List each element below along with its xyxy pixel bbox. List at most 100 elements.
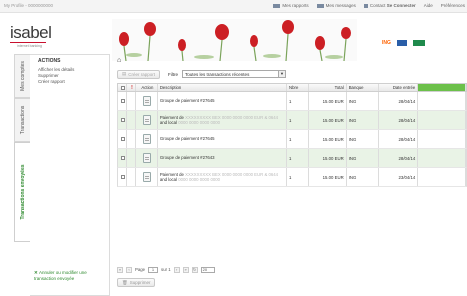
date-cell: 28/04/14 (379, 149, 419, 167)
create-report-button[interactable]: ▤ Créer rapport (117, 69, 161, 79)
column-date[interactable]: Date entrée (379, 84, 419, 91)
bank-cell: ING (347, 130, 379, 148)
row-checkbox[interactable] (118, 149, 127, 167)
row-checkbox[interactable] (118, 92, 127, 110)
count-cell: 1 (287, 168, 309, 186)
actions-title: ACTIONS (38, 58, 61, 64)
table-row[interactable]: Groupe de paiement #27643 1 15.00 EUR IN… (117, 149, 467, 168)
flag-cell (127, 92, 136, 110)
prev-page-icon[interactable]: ‹ (126, 266, 132, 273)
action-create-report[interactable]: Créer rapport (38, 79, 65, 84)
main-content: ⌂ ▤ Créer rapport Filtre Toutes les tran… (113, 54, 467, 296)
action-cell[interactable] (136, 149, 158, 167)
column-description[interactable]: Description (158, 84, 288, 91)
bank-logo-2 (396, 40, 407, 46)
column-action[interactable]: Action (136, 84, 158, 91)
user-info: My Profile - 0000000000 (4, 3, 54, 8)
next-page-icon[interactable]: › (173, 266, 180, 273)
tab-sent-transactions[interactable]: Transactions envoyées (14, 142, 30, 242)
action-cell[interactable] (136, 130, 158, 148)
page-input[interactable]: 1 (148, 266, 159, 273)
count-cell: 1 (287, 130, 309, 148)
table-row[interactable]: Paiement de XXXXXXXXX BEX 0000 0000 0000… (117, 168, 467, 187)
contact-icon (363, 3, 368, 8)
extra-cell (418, 92, 466, 110)
description-cell: Groupe de paiement #27643 (158, 149, 288, 167)
row-checkbox[interactable] (118, 111, 127, 129)
first-page-icon[interactable]: « (117, 266, 123, 273)
extra-cell (418, 168, 466, 186)
filter-select[interactable]: Toutes les transactions récentes ▼ (182, 70, 287, 78)
extra-cell (418, 149, 466, 167)
chevron-down-icon: ▼ (278, 71, 286, 77)
delete-button[interactable]: 🗑 Supprimer (117, 278, 156, 287)
flag-column-header: ! (127, 84, 136, 91)
column-bank[interactable]: Banque (347, 84, 379, 91)
action-delete[interactable]: Supprimer (38, 73, 59, 78)
extra-cell (418, 130, 466, 148)
refresh-icon[interactable]: ↻ (191, 266, 198, 273)
action-cell[interactable] (136, 92, 158, 110)
document-icon (143, 96, 152, 106)
ing-logo: ING (382, 40, 391, 46)
messages-link[interactable]: Mes messages (316, 3, 356, 8)
column-extra[interactable] (418, 84, 466, 91)
pagination: « ‹ Page 1 sur 1 › » ↻ 20 (117, 265, 215, 274)
contact-link[interactable]: Contact Se Connecter (363, 3, 416, 8)
date-cell: 28/04/14 (379, 130, 419, 148)
home-icon[interactable]: ⌂ (117, 57, 121, 64)
count-cell: 1 (287, 92, 309, 110)
flag-cell (127, 149, 136, 167)
total-cell: 15.00 EUR (309, 149, 347, 167)
extra-cell (418, 111, 466, 129)
count-cell: 1 (287, 111, 309, 129)
transactions-grid: ! Action Description Nbre Total Banque D… (117, 83, 467, 187)
action-cell[interactable] (136, 168, 158, 186)
table-row[interactable]: Groupe de paiement #27645 1 15.00 EUR IN… (117, 92, 467, 111)
column-total[interactable]: Total (309, 84, 347, 91)
tab-transactions[interactable]: Transactions (14, 98, 30, 142)
isabel-logo[interactable]: isabel (10, 23, 52, 43)
filter-label: Filtre (168, 71, 179, 77)
total-cell: 15.00 EUR (309, 130, 347, 148)
vertical-tabs: Mes comptes Transactions Transactions en… (14, 54, 30, 296)
row-checkbox[interactable] (118, 168, 127, 186)
trash-icon: 🗑 (122, 279, 128, 285)
table-row[interactable]: Groupe de paiement #27645 1 15.00 EUR IN… (117, 130, 467, 149)
action-cell[interactable] (136, 111, 158, 129)
page-size-select[interactable]: 20 (200, 266, 215, 273)
cancel-modify-link[interactable]: ✕Annuler ou modifier une transaction env… (34, 270, 104, 282)
bank-cell: ING (347, 111, 379, 129)
tab-accounts[interactable]: Mes comptes (14, 54, 30, 98)
document-icon (143, 115, 152, 125)
bank-cell: ING (347, 92, 379, 110)
date-cell: 28/04/14 (379, 111, 419, 129)
description-cell: Paiement de XXXXXXXXX BEX 0000 0000 0000… (158, 168, 288, 186)
total-cell: 15.00 EUR (309, 111, 347, 129)
preferences-link[interactable]: Préférences (441, 3, 465, 8)
description-cell: Paiement de XXXXXXXXX BEX 0000 0000 0000… (158, 111, 288, 129)
total-cell: 15.00 EUR (309, 92, 347, 110)
reports-icon (273, 3, 281, 8)
help-link[interactable]: Aide (424, 3, 433, 8)
top-bar: My Profile - 0000000000 Mes rapports Mes… (0, 0, 467, 13)
logo-subtitle: internet banking (17, 44, 42, 48)
action-show-details[interactable]: Afficher les détails (38, 67, 74, 72)
description-cell: Groupe de paiement #27645 (158, 92, 288, 110)
toolbar: ▤ Créer rapport Filtre Toutes les transa… (117, 69, 287, 79)
actions-panel: ACTIONS Afficher les détails Supprimer C… (30, 54, 110, 296)
select-all-checkbox[interactable] (118, 84, 127, 91)
table-row[interactable]: Paiement de XXXXXXXXX BEX 0000 0000 0000… (117, 111, 467, 130)
flag-cell (127, 168, 136, 186)
flag-cell (127, 130, 136, 148)
total-cell: 15.00 EUR (309, 168, 347, 186)
last-page-icon[interactable]: » (182, 266, 189, 273)
top-links: Mes rapports Mes messages Contact Se Con… (273, 3, 465, 8)
row-checkbox[interactable] (118, 130, 127, 148)
column-count[interactable]: Nbre (287, 84, 309, 91)
logo-underline (10, 42, 46, 43)
reports-link[interactable]: Mes rapports (273, 3, 309, 8)
flag-cell (127, 111, 136, 129)
description-cell: Groupe de paiement #27645 (158, 130, 288, 148)
bank-cell: ING (347, 149, 379, 167)
